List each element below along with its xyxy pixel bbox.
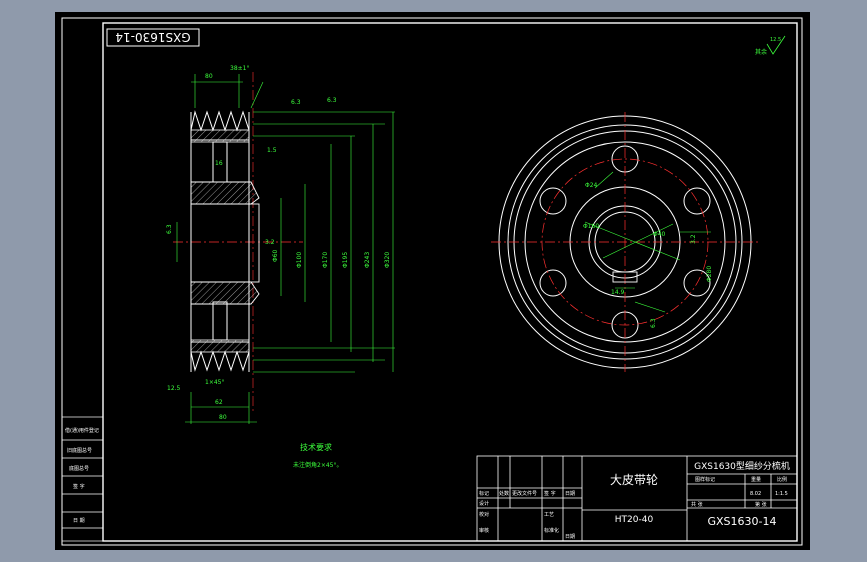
svg-text:比例: 比例 — [777, 476, 787, 483]
svg-text:工艺: 工艺 — [544, 512, 554, 518]
svg-text:3.2: 3.2 — [690, 234, 697, 244]
front-view: Φ24 Φ160 Φ40 14.9 3.2 6.3 Φ280 — [491, 112, 759, 372]
svg-text:审核: 审核 — [479, 527, 489, 534]
svg-text:80: 80 — [205, 73, 213, 80]
svg-text:图样标记: 图样标记 — [695, 476, 715, 483]
roughness-symbol: 其余 12.5 — [755, 35, 786, 56]
svg-text:日 期: 日 期 — [73, 518, 85, 524]
svg-text:6.3: 6.3 — [327, 97, 337, 104]
svg-text:重量: 重量 — [751, 476, 761, 483]
outer-frame — [61, 17, 803, 546]
svg-text:8.02: 8.02 — [750, 491, 761, 497]
svg-text:借(通)用件登记: 借(通)用件登记 — [65, 427, 99, 434]
svg-text:标记: 标记 — [479, 490, 489, 497]
svg-text:第 张: 第 张 — [755, 501, 767, 508]
svg-text:6.3: 6.3 — [291, 99, 301, 106]
svg-text:1.5: 1.5 — [267, 147, 277, 154]
material: HT20-40 — [615, 515, 654, 525]
svg-text:GXS1630-14: GXS1630-14 — [115, 30, 190, 44]
svg-text:16: 16 — [215, 160, 223, 167]
svg-text:Φ100: Φ100 — [296, 252, 303, 268]
project-title: GXS1630型细纱分梳机 — [694, 460, 790, 472]
svg-text:12.5: 12.5 — [167, 385, 181, 392]
svg-text:其余: 其余 — [755, 48, 767, 56]
svg-text:标准化: 标准化 — [544, 527, 559, 534]
svg-text:38±1°: 38±1° — [230, 65, 249, 72]
svg-text:签 字: 签 字 — [73, 483, 85, 490]
svg-text:12.5: 12.5 — [770, 37, 781, 43]
svg-text:Φ280: Φ280 — [706, 266, 713, 282]
svg-text:未注倒角2×45°。: 未注倒角2×45°。 — [293, 461, 342, 469]
svg-text:旧底图总号: 旧底图总号 — [67, 447, 92, 454]
svg-text:Φ320: Φ320 — [384, 252, 391, 268]
svg-text:1×45°: 1×45° — [205, 379, 224, 386]
svg-text:技术要求: 技术要求 — [300, 442, 332, 452]
svg-text:6.3: 6.3 — [166, 224, 173, 234]
svg-text:更改文件号: 更改文件号 — [512, 490, 537, 497]
left-strip-table: 借(通)用件登记 旧底图总号 底图总号 签 字 日 期 — [61, 416, 104, 542]
svg-text:共 张: 共 张 — [691, 501, 703, 508]
cad-drawing: GXS1630-14 其余 12.5 Φ60 Φ100 Φ170 Φ195 Φ2… — [61, 17, 803, 546]
svg-text:3.2: 3.2 — [265, 239, 275, 246]
svg-text:1:1.5: 1:1.5 — [775, 491, 788, 497]
svg-text:14.9: 14.9 — [611, 289, 625, 296]
svg-text:设计: 设计 — [479, 500, 489, 507]
svg-text:日期: 日期 — [565, 534, 575, 540]
svg-text:62: 62 — [215, 399, 223, 406]
svg-text:Φ160: Φ160 — [583, 223, 599, 230]
svg-text:校对: 校对 — [479, 511, 489, 518]
svg-text:底图总号: 底图总号 — [69, 465, 89, 472]
svg-text:签 字: 签 字 — [544, 490, 556, 497]
svg-text:Φ24: Φ24 — [585, 182, 598, 189]
svg-text:Φ195: Φ195 — [342, 252, 349, 268]
svg-text:6.3: 6.3 — [650, 318, 657, 328]
svg-text:日期: 日期 — [565, 491, 575, 497]
drawing-number: GXS1630-14 — [707, 515, 776, 528]
tech-requirements: 技术要求 未注倒角2×45°。 — [293, 442, 342, 469]
svg-text:Φ243: Φ243 — [364, 252, 371, 268]
title-block: 大皮带轮 HT20-40 GXS1630型细纱分梳机 GXS1630-14 图样… — [476, 455, 798, 542]
section-view: Φ60 Φ100 Φ170 Φ195 Φ243 Φ320 62 80 16 80… — [166, 65, 395, 424]
svg-text:80: 80 — [219, 414, 227, 421]
part-name: 大皮带轮 — [610, 473, 658, 487]
svg-text:Φ40: Φ40 — [653, 231, 666, 238]
svg-text:处数: 处数 — [499, 490, 509, 497]
mirrored-drawing-number: GXS1630-14 — [106, 28, 200, 47]
svg-text:Φ60: Φ60 — [272, 249, 279, 262]
drawing-sheet: GXS1630-14 其余 12.5 Φ60 Φ100 Φ170 Φ195 Φ2… — [55, 12, 810, 550]
svg-text:Φ170: Φ170 — [322, 252, 329, 268]
